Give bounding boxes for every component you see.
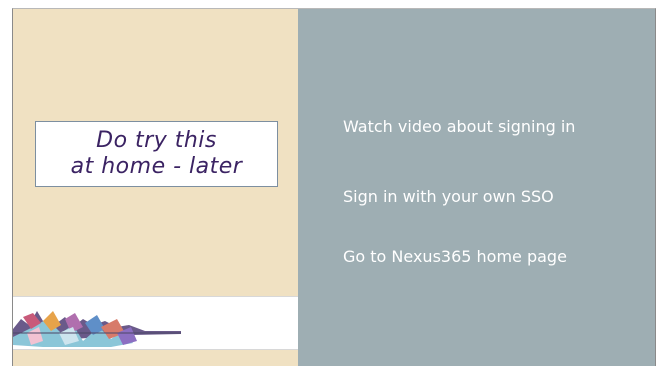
callout-box: Do try this at home - later [35, 121, 278, 187]
slide: Do try this at home - later Watch video … [12, 8, 656, 366]
banner-strip [13, 296, 298, 350]
callout-line-1: Do try this [96, 128, 217, 153]
nexus365-home-link[interactable]: Go to Nexus365 home page [343, 247, 567, 266]
watch-video-link[interactable]: Watch video about signing in [343, 117, 575, 136]
skyline-graphic [13, 311, 181, 347]
right-panel: Watch video about signing in Sign in wit… [298, 9, 655, 366]
left-panel: Do try this at home - later [13, 9, 298, 366]
callout-line-2: at home - later [70, 154, 243, 179]
sign-in-sso-link[interactable]: Sign in with your own SSO [343, 187, 554, 206]
